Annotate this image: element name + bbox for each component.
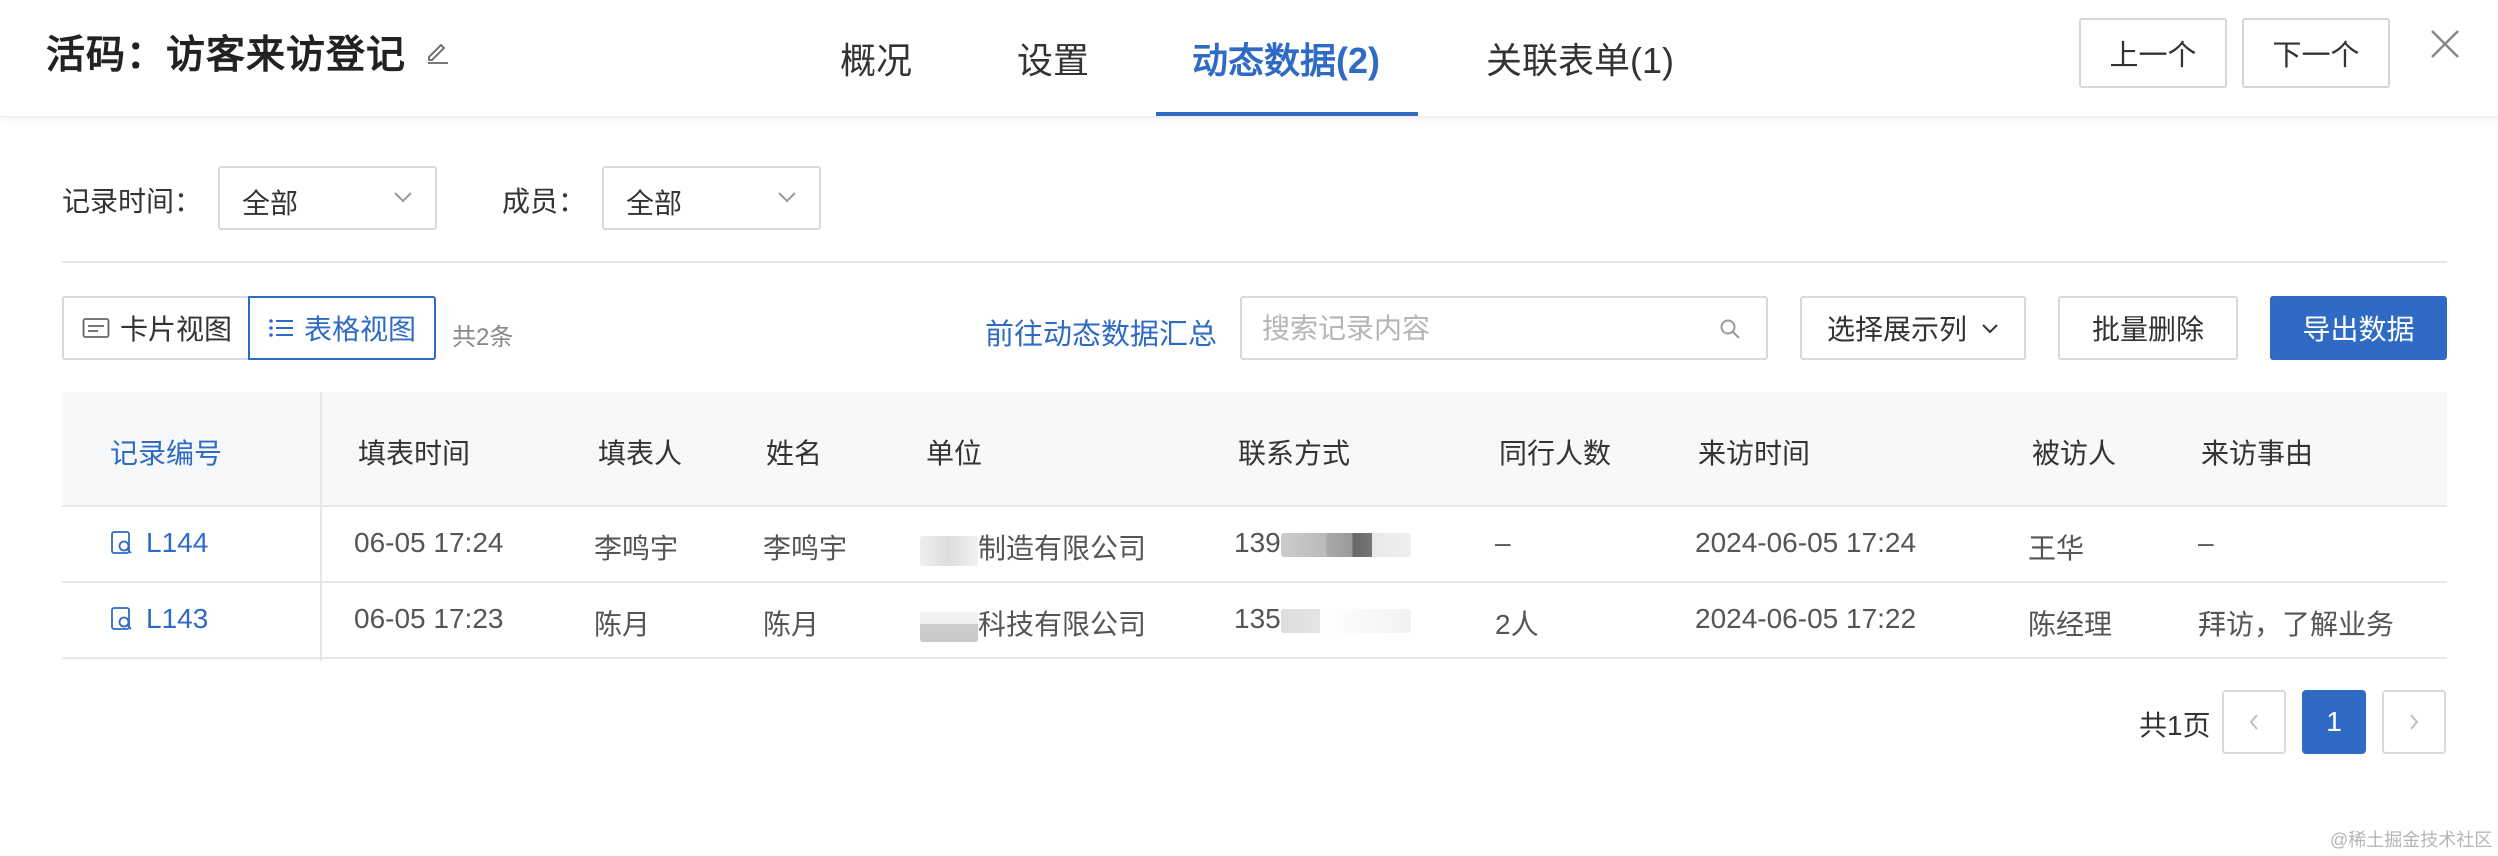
next-page-button[interactable] bbox=[2382, 690, 2446, 754]
reason-cell: – bbox=[2198, 527, 2214, 558]
card-view-label: 卡片视图 bbox=[120, 314, 233, 345]
search-box bbox=[1240, 296, 1768, 360]
record-count: 共2条 bbox=[452, 324, 514, 351]
phone-text: 135 bbox=[1234, 603, 1281, 634]
visit-time-cell: 2024-06-05 17:24 bbox=[1695, 527, 1917, 558]
column-header-phone: 联系方式 bbox=[1238, 438, 1351, 469]
tab-overview[interactable]: 概况 bbox=[840, 32, 912, 84]
active-tab-indicator bbox=[1156, 112, 1418, 116]
record-code-link[interactable]: L143 bbox=[110, 603, 208, 635]
column-header-fill-time: 填表时间 bbox=[358, 438, 471, 469]
fixed-column-separator bbox=[320, 392, 322, 661]
table-header: 记录编号 填表时间 填表人 姓名 单位 联系方式 同行人数 来访时间 被访人 来… bbox=[62, 392, 2447, 507]
record-code: L143 bbox=[146, 603, 209, 634]
member-value: 全部 bbox=[626, 188, 683, 219]
record-time-label: 记录时间： bbox=[62, 186, 203, 217]
record-time-select[interactable]: 全部 bbox=[218, 166, 437, 230]
phone-text: 139 bbox=[1234, 527, 1281, 558]
batch-delete-button[interactable]: 批量删除 bbox=[2058, 296, 2238, 360]
watermark: @稀土掘金技术社区 bbox=[2330, 830, 2493, 850]
record-icon bbox=[111, 531, 132, 554]
company-cell: 制造有限公司 bbox=[920, 527, 1146, 567]
page-title: 活码：访客来访登记 bbox=[46, 34, 407, 77]
dialog-header: 活码：访客来访登记 概况 设置 动态数据(2) 关联表单(1) 上一个 下一个 bbox=[0, 0, 2498, 117]
table-row[interactable]: L143 06-05 17:23 陈月 陈月 科技有限公司 135 2人 202… bbox=[62, 583, 2447, 659]
company-cell: 科技有限公司 bbox=[920, 603, 1146, 643]
fill-time-cell: 06-05 17:23 bbox=[354, 603, 504, 634]
visitee-cell: 陈经理 bbox=[2028, 609, 2113, 640]
record-icon bbox=[111, 607, 132, 630]
phone-cell: 135 bbox=[1234, 603, 1411, 635]
visitee-cell: 王华 bbox=[2028, 533, 2085, 564]
phone-cell: 139 bbox=[1234, 527, 1411, 559]
member-label: 成员： bbox=[502, 186, 587, 217]
member-select[interactable]: 全部 bbox=[602, 166, 821, 230]
total-pages: 共1页 bbox=[2139, 710, 2211, 741]
visit-time-cell: 2024-06-05 17:22 bbox=[1695, 603, 1917, 634]
column-header-reason: 来访事由 bbox=[2201, 438, 2314, 469]
redacted-mask bbox=[1280, 532, 1411, 557]
search-input[interactable] bbox=[1262, 310, 1702, 348]
close-icon[interactable] bbox=[2427, 26, 2463, 62]
redacted-mask bbox=[920, 611, 978, 642]
table-view-label: 表格视图 bbox=[304, 314, 417, 345]
filler-cell: 陈月 bbox=[594, 609, 651, 640]
card-icon bbox=[82, 318, 110, 338]
name-cell: 陈月 bbox=[763, 609, 820, 640]
chevron-down-icon bbox=[1982, 324, 1998, 334]
chevron-down-icon bbox=[394, 192, 412, 203]
page-1-button[interactable]: 1 bbox=[2302, 690, 2366, 754]
column-header-code[interactable]: 记录编号 bbox=[110, 432, 222, 472]
reason-cell: 拜访，了解业务 bbox=[2198, 609, 2395, 640]
list-icon bbox=[269, 319, 293, 337]
column-header-visitee: 被访人 bbox=[2032, 438, 2117, 469]
export-data-button[interactable]: 导出数据 bbox=[2270, 296, 2447, 360]
select-columns-button[interactable]: 选择展示列 bbox=[1800, 296, 2026, 360]
search-icon[interactable] bbox=[1718, 317, 1742, 341]
company-text: 制造有限公司 bbox=[978, 533, 1147, 564]
record-code: L144 bbox=[146, 527, 209, 558]
chevron-right-icon bbox=[2410, 714, 2419, 730]
companions-cell: – bbox=[1495, 527, 1511, 558]
record-time-value: 全部 bbox=[242, 188, 299, 219]
filler-cell: 李鸣宇 bbox=[594, 533, 679, 564]
next-button[interactable]: 下一个 bbox=[2242, 18, 2390, 88]
table-row[interactable]: L144 06-05 17:24 李鸣宇 李鸣宇 制造有限公司 139 – 20… bbox=[62, 507, 2447, 583]
fill-time-cell: 06-05 17:24 bbox=[354, 527, 504, 558]
name-cell: 李鸣宇 bbox=[763, 533, 848, 564]
prev-page-button[interactable] bbox=[2222, 690, 2286, 754]
companions-cell: 2人 bbox=[1495, 609, 1539, 640]
table-view-button[interactable]: 表格视图 bbox=[248, 296, 436, 360]
column-header-visit-time: 来访时间 bbox=[1698, 438, 1811, 469]
edit-icon[interactable] bbox=[425, 38, 451, 64]
redacted-mask bbox=[920, 535, 978, 566]
redacted-mask bbox=[1280, 608, 1411, 633]
record-code-link[interactable]: L144 bbox=[110, 527, 208, 559]
prev-button[interactable]: 上一个 bbox=[2079, 18, 2227, 88]
filter-divider bbox=[62, 261, 2447, 263]
column-header-filler: 填表人 bbox=[598, 438, 683, 469]
tab-dynamic-data[interactable]: 动态数据(2) bbox=[1192, 32, 1380, 84]
column-header-name: 姓名 bbox=[766, 438, 823, 469]
card-view-button[interactable]: 卡片视图 bbox=[62, 296, 249, 360]
goto-summary-link[interactable]: 前往动态数据汇总 bbox=[985, 311, 1217, 353]
tab-linked-forms[interactable]: 关联表单(1) bbox=[1486, 32, 1674, 84]
chevron-left-icon bbox=[2249, 714, 2258, 730]
company-text: 科技有限公司 bbox=[978, 609, 1147, 640]
tab-settings[interactable]: 设置 bbox=[1017, 32, 1089, 84]
column-header-companions: 同行人数 bbox=[1499, 438, 1612, 469]
chevron-down-icon bbox=[778, 192, 796, 203]
select-columns-label: 选择展示列 bbox=[1826, 314, 1967, 345]
column-header-company: 单位 bbox=[926, 438, 983, 469]
